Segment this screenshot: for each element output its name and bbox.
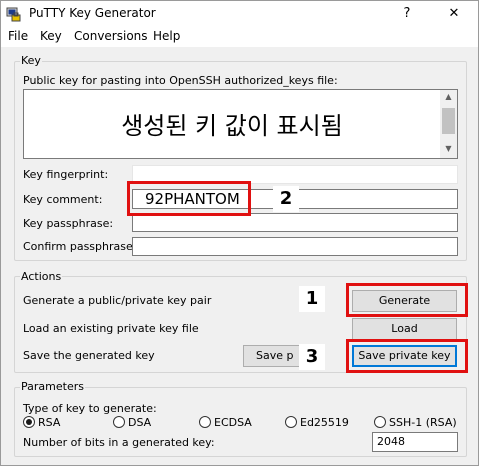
- bits-label: Number of bits in a generated key:: [23, 436, 215, 449]
- close-button[interactable]: ✕: [442, 4, 466, 24]
- highlight-box-generate: [346, 283, 468, 317]
- bits-field[interactable]: 2048: [372, 432, 458, 452]
- menu-file[interactable]: File: [8, 29, 28, 43]
- scroll-thumb[interactable]: [442, 108, 455, 134]
- key-type-label: Type of key to generate:: [23, 402, 157, 415]
- menu-help[interactable]: Help: [153, 29, 180, 43]
- comment-label: Key comment:: [23, 193, 103, 206]
- radio-unselected-icon: [113, 416, 125, 428]
- pubkey-label: Public key for pasting into OpenSSH auth…: [23, 74, 338, 87]
- fingerprint-label: Key fingerprint:: [23, 168, 109, 181]
- radio-unselected-icon: [374, 416, 386, 428]
- radio-ed25519[interactable]: Ed25519: [285, 416, 349, 429]
- load-label: Load an existing private key file: [23, 322, 199, 335]
- highlight-box-save-private: [346, 339, 468, 373]
- generate-label: Generate a public/private key pair: [23, 294, 212, 307]
- menu-bar: File Key Conversions Help: [1, 27, 478, 47]
- title-bar: PuTTY Key Generator ? ✕: [1, 1, 478, 27]
- key-group-label: Key: [20, 54, 42, 67]
- radio-unselected-icon: [285, 416, 297, 428]
- pubkey-overlay-text: 생성된 키 값이 표시됨: [121, 112, 343, 140]
- actions-group-label: Actions: [20, 270, 63, 283]
- radio-rsa[interactable]: RSA: [23, 416, 60, 429]
- annotation-number-3: 3: [299, 344, 325, 370]
- pubkey-scrollbar[interactable]: ▲ ▼: [440, 90, 457, 158]
- scroll-up-icon[interactable]: ▲: [440, 92, 457, 101]
- radio-ssh1-rsa[interactable]: SSH-1 (RSA): [374, 416, 457, 429]
- menu-key[interactable]: Key: [40, 29, 62, 43]
- radio-selected-icon: [23, 416, 35, 428]
- putty-key-generator-window: PuTTY Key Generator ? ✕ File Key Convers…: [0, 0, 479, 466]
- radio-unselected-icon: [199, 416, 211, 428]
- confirm-passphrase-field[interactable]: [132, 237, 458, 256]
- annotation-number-1: 1: [299, 286, 325, 312]
- scroll-down-icon[interactable]: ▼: [440, 144, 457, 153]
- menu-conversions[interactable]: Conversions: [74, 29, 148, 43]
- radio-ecdsa[interactable]: ECDSA: [199, 416, 252, 429]
- radio-dsa[interactable]: DSA: [113, 416, 151, 429]
- confirm-passphrase-label: Confirm passphrase:: [23, 240, 137, 253]
- save-label: Save the generated key: [23, 349, 155, 362]
- parameters-group-label: Parameters: [20, 380, 85, 393]
- window-title: PuTTY Key Generator: [29, 6, 156, 20]
- public-key-textarea[interactable]: 생성된 키 값이 표시됨 ▲ ▼: [23, 89, 458, 159]
- load-button[interactable]: Load: [352, 318, 457, 340]
- help-button[interactable]: ?: [395, 4, 419, 24]
- passphrase-label: Key passphrase:: [23, 217, 114, 230]
- highlight-box-comment: [127, 181, 251, 216]
- putty-app-icon: [6, 7, 21, 22]
- annotation-number-2: 2: [273, 186, 299, 212]
